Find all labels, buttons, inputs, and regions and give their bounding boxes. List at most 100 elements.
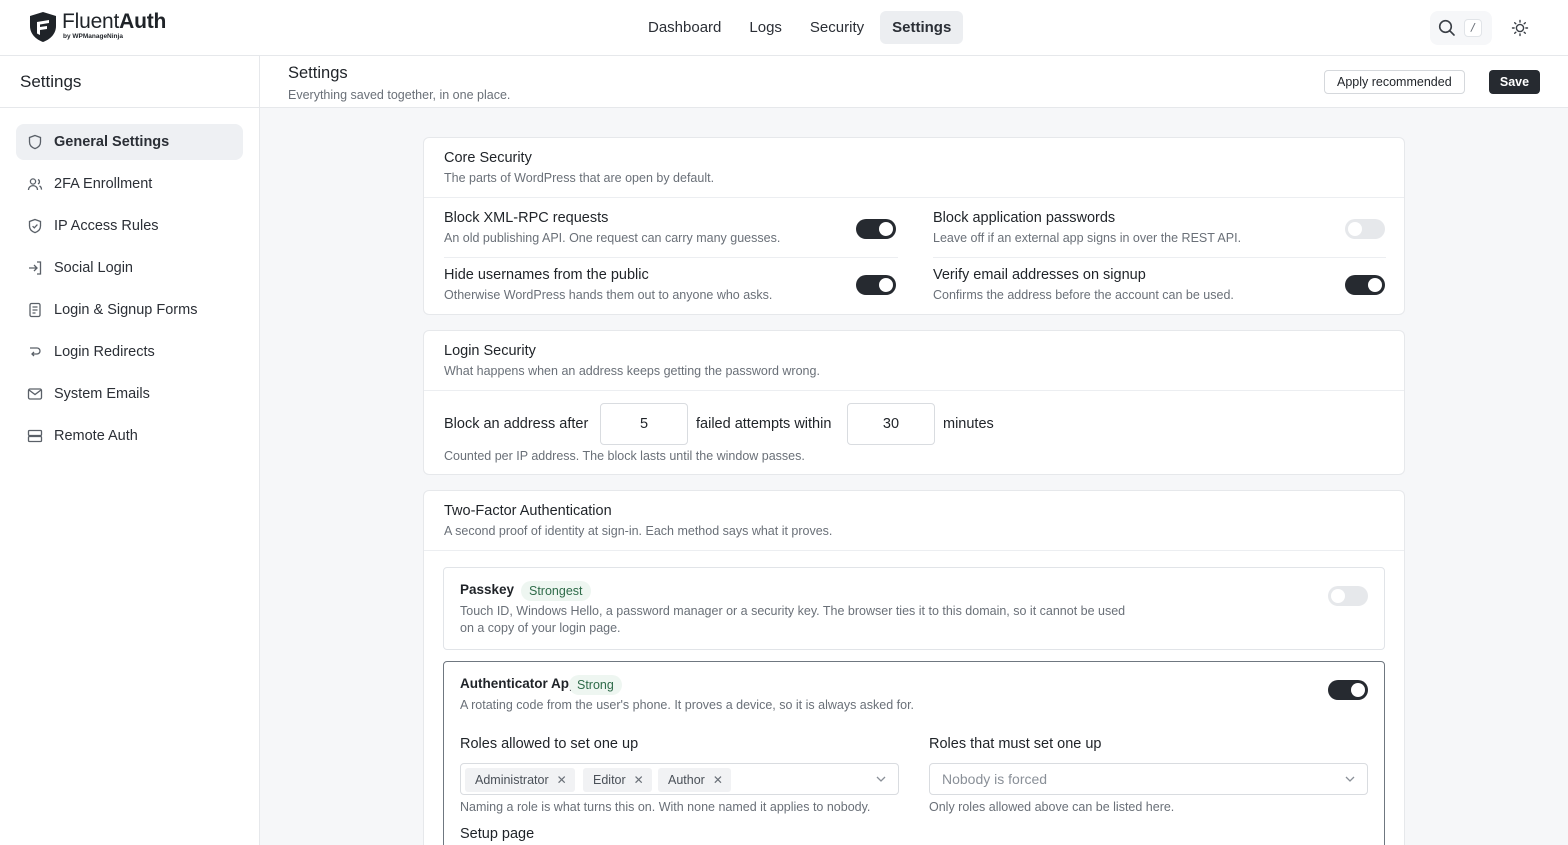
main-nav: Dashboard Logs Security Settings [636,11,964,44]
server-icon [26,427,44,445]
save-button[interactable]: Save [1489,70,1540,94]
apply-recommended-button[interactable]: Apply recommended [1324,70,1465,94]
sun-icon [1511,19,1529,37]
sidebar-item-label: IP Access Rules [54,218,159,234]
setting-block-xmlrpc: Block XML-RPC requests An old publishing… [444,210,780,245]
authenticator-app-toggle[interactable] [1328,680,1368,700]
minutes-label: minutes [943,416,994,432]
nav-settings[interactable]: Settings [880,11,964,44]
block-app-passwords-toggle[interactable] [1345,219,1385,239]
sidebar-item-2fa-enrollment[interactable]: 2FA Enrollment [16,166,243,202]
card-title: Core Security [444,150,532,166]
redirect-icon [26,343,44,361]
sidebar-item-remote-auth[interactable]: Remote Auth [16,418,243,454]
sidebar-item-label: Login & Signup Forms [54,302,198,318]
theme-toggle-button[interactable] [1508,16,1532,40]
description-line: on a copy of your login page. [460,621,621,635]
role-chip: Administrator ✕ [465,768,575,792]
sidebar-item-social-login[interactable]: Social Login [16,250,243,286]
mail-icon [26,385,44,403]
login-security-hint: Counted per IP address. The block lasts … [444,449,805,463]
setting-description: Leave off if an external app signs in ov… [933,231,1242,245]
brand-name: FluentAuth [62,10,167,33]
roles-forced-select[interactable]: Nobody is forced [929,763,1368,795]
select-placeholder: Nobody is forced [942,771,1048,787]
roles-allowed-select[interactable]: Administrator ✕ Editor ✕ Author ✕ [460,763,899,795]
sidebar-item-general-settings[interactable]: General Settings [16,124,243,160]
setting-title: Hide usernames from the public [444,267,649,283]
remove-role-icon[interactable]: ✕ [634,768,644,792]
shield-logo-icon [30,12,56,42]
sidebar-item-label: 2FA Enrollment [54,176,153,192]
card-title: Login Security [444,343,536,359]
page-header: Settings Everything saved together, in o… [260,56,1568,108]
shield-icon [26,133,44,151]
strength-badge: Strong [569,675,622,695]
failed-attempts-input[interactable]: 5 [600,403,688,445]
window-minutes-input[interactable]: 30 [847,403,935,445]
method-title: Authenticator App [460,676,578,691]
card-title: Two-Factor Authentication [444,503,612,519]
users-icon [26,175,44,193]
top-bar: FluentAuth by WPManageNinja Dashboard Lo… [0,0,1568,56]
setup-page-label: Setup page [460,826,535,842]
setting-description: Otherwise WordPress hands them out to an… [444,288,773,302]
search-button[interactable]: / [1430,11,1492,45]
roles-allowed-hint: Naming a role is what turns this on. Wit… [460,800,871,814]
page-subtitle: Everything saved together, in one place. [288,88,511,102]
card-subtitle: A second proof of identity at sign-in. E… [444,524,833,538]
role-chip-label: Administrator [475,773,549,787]
login-icon [26,259,44,277]
setting-description: An old publishing API. One request can c… [444,231,781,245]
sidebar-item-label: General Settings [54,134,170,150]
role-chip: Editor ✕ [583,768,652,792]
role-chip: Author ✕ [658,768,731,792]
attempts-within-label: failed attempts within [696,416,832,432]
role-chip-label: Author [668,773,705,787]
setting-verify-email: Verify email addresses on signup Confirm… [933,267,1234,302]
setting-description: Confirms the address before the account … [933,288,1234,302]
row-divider [933,257,1386,258]
setting-title: Verify email addresses on signup [933,267,1146,283]
row-divider [444,257,898,258]
remove-role-icon[interactable]: ✕ [713,768,723,792]
brand-byline: by WPManageNinja [63,33,123,40]
sidebar-item-login-redirects[interactable]: Login Redirects [16,334,243,370]
setting-block-app-passwords: Block application passwords Leave off if… [933,210,1241,245]
nav-logs[interactable]: Logs [737,11,794,44]
form-icon [26,301,44,319]
roles-forced-hint: Only roles allowed above can be listed h… [929,800,1175,814]
hide-usernames-toggle[interactable] [856,275,896,295]
sidebar-item-ip-access-rules[interactable]: IP Access Rules [16,208,243,244]
method-description: Touch ID, Windows Hello, a password mana… [460,603,1125,637]
setting-hide-usernames: Hide usernames from the public Otherwise… [444,267,772,302]
card-subtitle: The parts of WordPress that are open by … [444,171,715,185]
shield-check-icon [26,217,44,235]
setting-title: Block XML-RPC requests [444,210,609,226]
roles-allowed-label: Roles allowed to set one up [460,736,639,752]
sidebar: Settings General Settings 2FA Enrollment… [0,56,260,845]
setting-title: Block application passwords [933,210,1116,226]
sidebar-item-label: Login Redirects [54,344,155,360]
passkey-toggle[interactable] [1328,586,1368,606]
brand-logo[interactable]: FluentAuth by WPManageNinja [28,11,166,43]
method-title: Passkey [460,582,515,597]
sidebar-item-label: Social Login [54,260,133,276]
search-icon [1438,19,1455,36]
sidebar-item-system-emails[interactable]: System Emails [16,376,243,412]
nav-security[interactable]: Security [798,11,876,44]
role-chip-label: Editor [593,773,626,787]
sidebar-item-login-signup-forms[interactable]: Login & Signup Forms [16,292,243,328]
card-subtitle: What happens when an address keeps getti… [444,364,820,378]
description-line: Touch ID, Windows Hello, a password mana… [460,604,1126,618]
two-factor-card: Two-Factor Authentication A second proof… [423,490,1405,845]
nav-dashboard[interactable]: Dashboard [636,11,733,44]
remove-role-icon[interactable]: ✕ [557,768,567,792]
block-xmlrpc-toggle[interactable] [856,219,896,239]
sidebar-item-label: Remote Auth [54,428,138,444]
authenticator-app-method: Authenticator App Strong A rotating code… [443,661,1385,845]
login-security-card: Login Security What happens when an addr… [423,330,1405,475]
block-after-label: Block an address after [444,416,589,432]
verify-email-toggle[interactable] [1345,275,1385,295]
passkey-method: Passkey Strongest Touch ID, Windows Hell… [443,567,1385,650]
